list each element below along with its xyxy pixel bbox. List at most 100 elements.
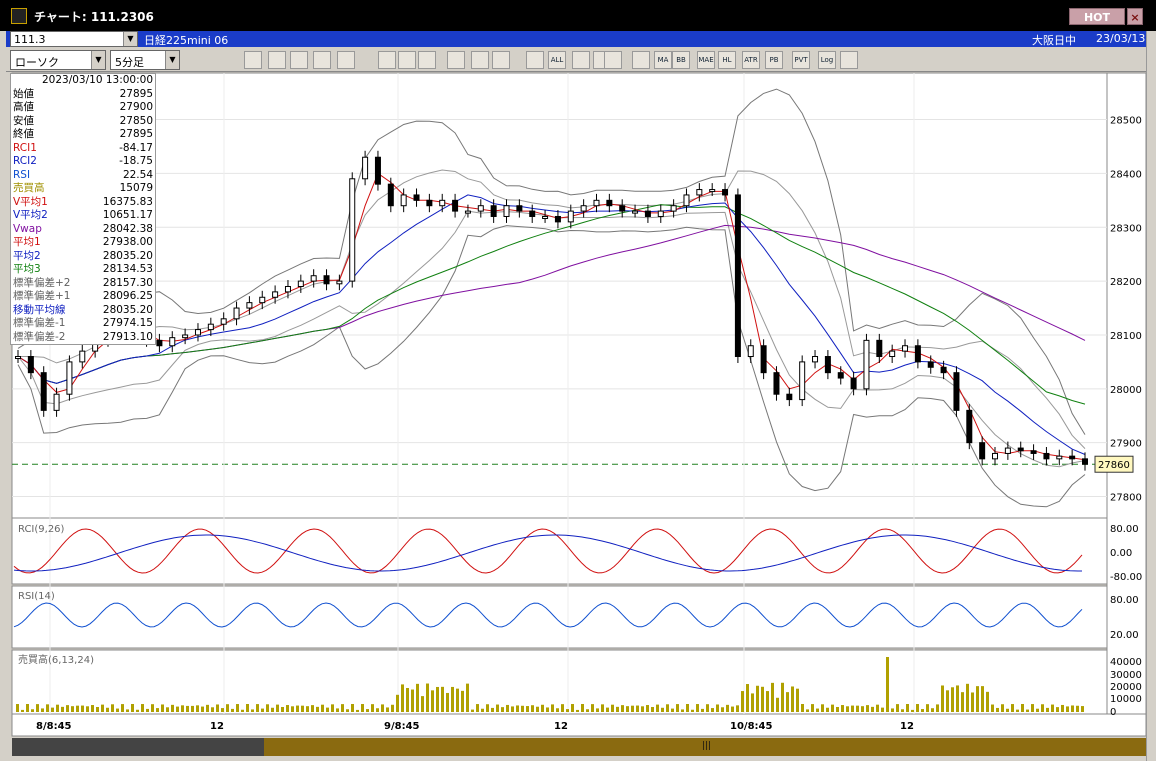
volume-bar bbox=[231, 708, 234, 712]
volume-bar bbox=[821, 704, 824, 712]
candle-body bbox=[812, 356, 819, 363]
volume-bar bbox=[791, 686, 794, 712]
info-label: 標準偏差+1 bbox=[13, 290, 71, 302]
volume-bar bbox=[966, 683, 969, 712]
volume-bar bbox=[416, 683, 419, 712]
volume-bar bbox=[636, 705, 639, 712]
info-value: 27938.00 bbox=[102, 236, 153, 248]
chart-area[interactable]: 28500 28400 28300 28200 28100 28000 27900 27800… bbox=[0, 0, 1146, 738]
volume-bar bbox=[731, 706, 734, 712]
candle-body bbox=[246, 302, 253, 309]
volume-title: 売買高(6,13,24) bbox=[18, 653, 94, 666]
volume-bar bbox=[1061, 704, 1064, 712]
volume-bar bbox=[781, 682, 784, 712]
volume-bar bbox=[511, 706, 514, 712]
volume-bar bbox=[951, 687, 954, 712]
info-value: 28035.20 bbox=[102, 249, 153, 262]
volume-bar bbox=[626, 706, 629, 712]
volume-bar bbox=[756, 685, 759, 712]
info-value: 28042.38 bbox=[102, 222, 153, 235]
volume-bar bbox=[796, 688, 799, 712]
info-row: 移動平均線 28035.20 bbox=[11, 304, 155, 318]
volume-bar bbox=[1066, 706, 1069, 712]
volume-bar bbox=[176, 706, 179, 712]
volume-bar bbox=[1026, 709, 1029, 712]
time-tick-label: 12 bbox=[210, 721, 224, 732]
info-row: 平均2 28035.20 bbox=[11, 250, 155, 264]
candle-body bbox=[169, 337, 176, 347]
candle-body bbox=[387, 183, 394, 207]
rci-title: RCI(9,26) bbox=[18, 524, 65, 535]
candle-body bbox=[1004, 447, 1011, 454]
volume-bar bbox=[516, 705, 519, 712]
volume-bar bbox=[886, 657, 889, 712]
volume-bar bbox=[216, 704, 219, 712]
volume-bar bbox=[426, 683, 429, 712]
volume-bar bbox=[156, 708, 159, 712]
volume-bar bbox=[126, 709, 129, 712]
volume-bar bbox=[236, 704, 239, 712]
volume-bar bbox=[701, 708, 704, 712]
info-label: 終値 bbox=[13, 128, 34, 140]
info-row: 標準偏差+2 28157.30 bbox=[11, 277, 155, 291]
volume-bar bbox=[431, 690, 434, 712]
volume-bar bbox=[136, 709, 139, 712]
volume-bar bbox=[926, 704, 929, 712]
info-label: 標準偏差-2 bbox=[13, 330, 66, 343]
volume-bar bbox=[296, 705, 299, 712]
candle-body bbox=[683, 194, 690, 207]
candle-body bbox=[580, 205, 587, 212]
volume-bar bbox=[401, 684, 404, 712]
volume-bar bbox=[671, 708, 674, 712]
volume-bar bbox=[656, 704, 659, 712]
rsi-pane bbox=[11, 585, 1108, 649]
volume-bar bbox=[311, 705, 314, 712]
info-value: 28096.25 bbox=[102, 290, 153, 302]
candle-body bbox=[747, 345, 754, 358]
candle-body bbox=[272, 291, 279, 298]
vertical-scrollbar[interactable] bbox=[1146, 31, 1156, 761]
volume-bar bbox=[491, 707, 494, 712]
candle-body bbox=[644, 210, 651, 217]
volume-bar bbox=[786, 692, 789, 712]
info-value: 15079 bbox=[119, 182, 153, 194]
candle-body bbox=[15, 356, 21, 360]
volume-bar bbox=[266, 704, 269, 712]
volume-bar bbox=[576, 709, 579, 712]
volume-bar bbox=[91, 705, 94, 712]
volume-bar bbox=[336, 708, 339, 712]
volume-bar bbox=[971, 692, 974, 712]
info-label: 安値 bbox=[13, 114, 34, 127]
volume-bar bbox=[1021, 704, 1024, 712]
candle-body bbox=[464, 210, 471, 214]
volume-bar bbox=[356, 709, 359, 712]
candle-body bbox=[439, 199, 446, 207]
grip-icon[interactable]: ||| bbox=[702, 741, 711, 753]
info-row: V平均2 10651.17 bbox=[11, 209, 155, 223]
volume-bar bbox=[941, 685, 944, 712]
info-value: 22.54 bbox=[122, 168, 153, 181]
candle-body bbox=[889, 350, 896, 358]
volume-bar bbox=[1001, 704, 1004, 712]
volume-bar bbox=[976, 686, 979, 712]
volume-bar bbox=[131, 704, 134, 712]
candle-body bbox=[1043, 452, 1050, 460]
volume-bar bbox=[71, 706, 74, 712]
volume-bar bbox=[406, 687, 409, 712]
candle-body bbox=[709, 189, 716, 193]
candle-body bbox=[1069, 455, 1076, 460]
info-label: 始値 bbox=[13, 87, 34, 100]
price-tick-label: 28100 bbox=[1110, 331, 1142, 342]
volume-bar bbox=[606, 707, 609, 712]
candle-body bbox=[529, 210, 536, 217]
volume-bar bbox=[81, 705, 84, 712]
volume-bar bbox=[206, 704, 209, 712]
volume-bar bbox=[476, 704, 479, 712]
candle-body bbox=[452, 199, 459, 212]
volume-bar bbox=[846, 706, 849, 712]
volume-bar bbox=[281, 707, 284, 712]
volume-bar bbox=[486, 704, 489, 712]
volume-bar bbox=[816, 708, 819, 712]
time-scrollbar[interactable]: ||| bbox=[12, 738, 1146, 756]
info-value: -84.17 bbox=[119, 141, 153, 154]
